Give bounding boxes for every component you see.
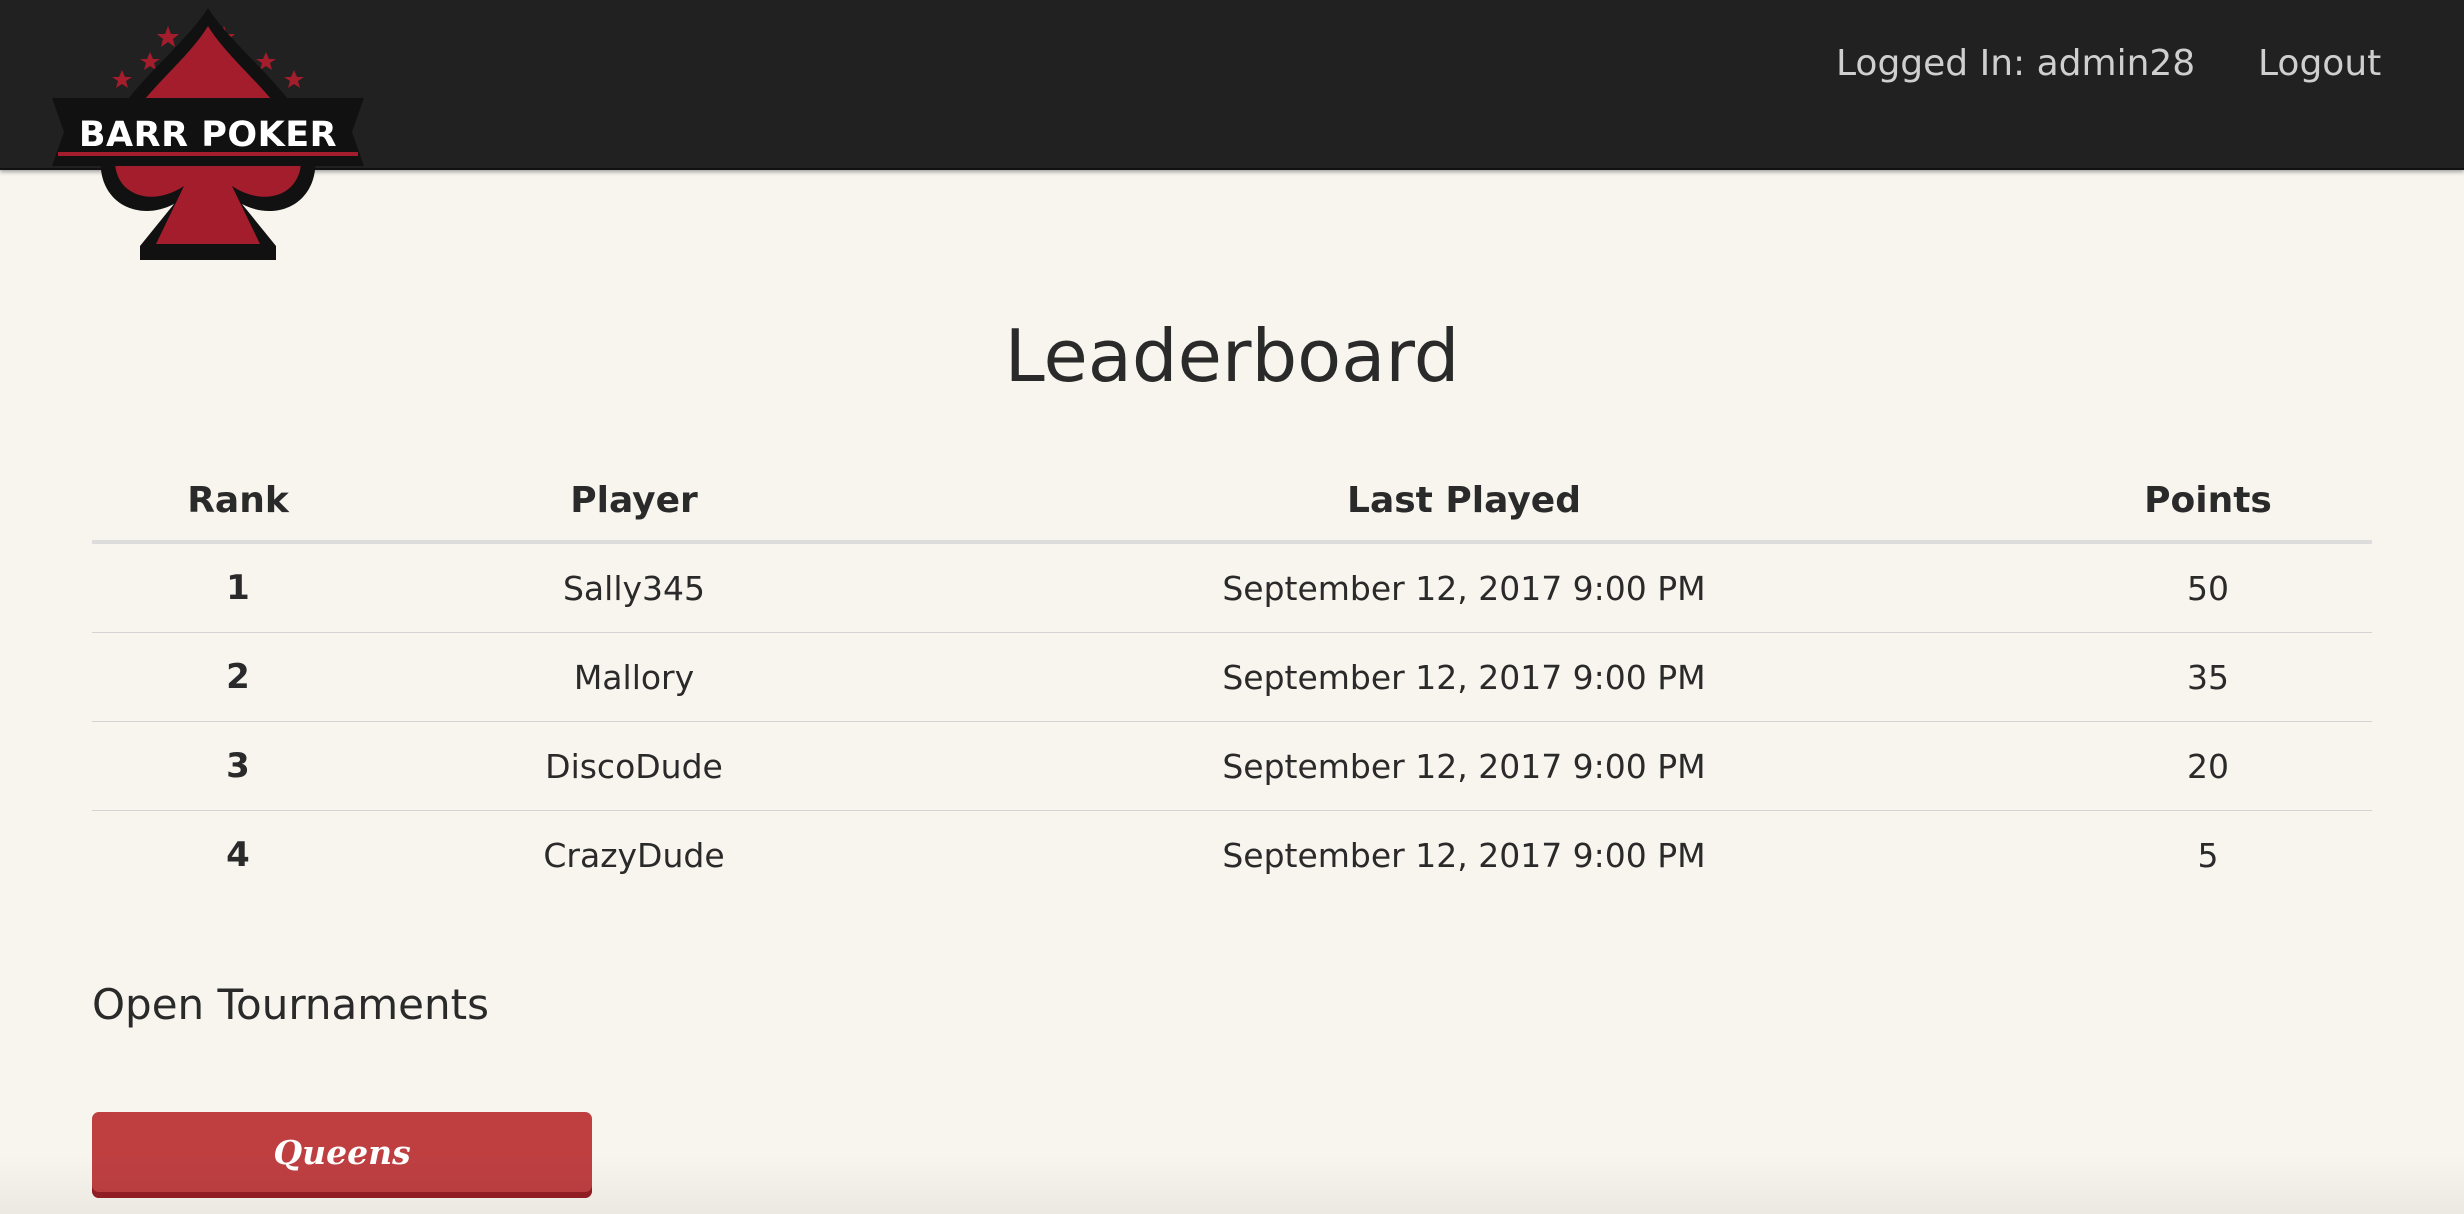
column-header-player: Player <box>384 460 884 544</box>
top-navigation-bar: Logged In: admin28 Logout <box>0 0 2464 170</box>
points-cell: 5 <box>2197 835 2219 875</box>
tournament-queens-button[interactable]: Queens <box>92 1112 592 1198</box>
rank-cell: 3 <box>92 721 384 811</box>
last-played-cell: September 12, 2017 9:00 PM <box>884 721 2044 811</box>
logout-link[interactable]: Logout <box>2258 46 2381 82</box>
table-row: 3 DiscoDude September 12, 2017 9:00 PM 2… <box>92 721 2372 811</box>
last-played-cell: September 12, 2017 9:00 PM <box>884 632 2044 722</box>
player-cell: Sally345 <box>384 542 884 633</box>
table-header-row: Rank Player Last Played Points <box>92 460 2372 544</box>
table-row: 4 CrazyDude September 12, 2017 9:00 PM 5 <box>92 811 2372 900</box>
points-cell: 50 <box>2044 542 2372 633</box>
table-row: 1 Sally345 September 12, 2017 9:00 PM 50 <box>92 542 2372 633</box>
player-cell: Mallory <box>384 632 884 722</box>
logged-in-user-link[interactable]: Logged In: admin28 <box>1836 46 2195 82</box>
last-played-cell: September 12, 2017 9:00 PM <box>884 542 2044 633</box>
player-cell: CrazyDude <box>543 835 725 875</box>
open-tournaments-heading: Open Tournaments <box>92 980 489 1029</box>
logo-text: BARR POKER <box>78 115 338 155</box>
barr-poker-logo[interactable]: BARR POKER <box>52 8 364 260</box>
leaderboard-table: Rank Player Last Played Points 1 Sally34… <box>92 460 2372 899</box>
rank-cell: 2 <box>92 632 384 722</box>
rank-cell: 1 <box>92 542 384 633</box>
table-row: 2 Mallory September 12, 2017 9:00 PM 35 <box>92 632 2372 722</box>
column-header-points: Points <box>2044 460 2372 544</box>
page-title: Leaderboard <box>1004 314 1460 398</box>
last-played-cell: September 12, 2017 9:00 PM <box>1222 835 1706 875</box>
column-header-rank: Rank <box>92 460 384 544</box>
column-header-last-played: Last Played <box>884 460 2044 544</box>
rank-cell: 4 <box>226 835 250 875</box>
player-cell: DiscoDude <box>384 721 884 811</box>
points-cell: 20 <box>2044 721 2372 811</box>
points-cell: 35 <box>2044 632 2372 722</box>
